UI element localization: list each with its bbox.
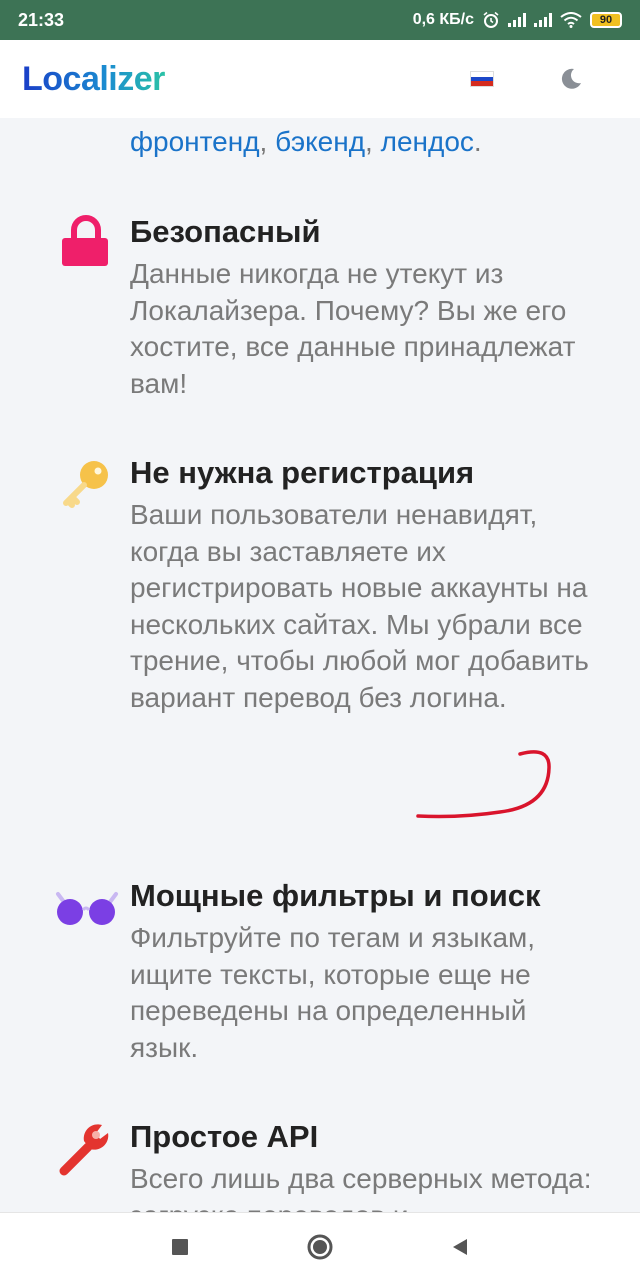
header-actions xyxy=(470,66,584,92)
network-speed: 0,6 КБ/с xyxy=(412,11,474,28)
link-landing[interactable]: лендос xyxy=(381,126,474,157)
signal-1-icon xyxy=(508,13,526,27)
feature-title: Безопасный xyxy=(130,214,321,249)
wrench-icon xyxy=(59,1124,109,1176)
feature-title: Простое API xyxy=(130,1119,319,1154)
home-button[interactable] xyxy=(300,1227,340,1267)
alarm-icon xyxy=(483,11,499,28)
key-icon xyxy=(63,461,108,508)
back-triangle-icon xyxy=(453,1238,467,1255)
russia-flag-icon[interactable] xyxy=(470,71,494,87)
features-section: фронтенд, бэкенд, лендос. Безопасный Дан… xyxy=(0,118,640,1212)
status-time: 21:33 xyxy=(18,9,65,30)
lock-icon xyxy=(62,215,108,266)
glasses-icon xyxy=(56,892,118,925)
status-bar: 21:33 0,6 КБ/с 90 xyxy=(0,0,640,40)
app-header: Localizer xyxy=(0,40,640,118)
feature-description: Фильтруйте по тегам и языкам, ищите текс… xyxy=(130,922,536,1063)
feature-description: Всего лишь два серверных метода: загрузк… xyxy=(130,1163,592,1212)
top-cut-text: фронтенд, бэкенд, лендос. xyxy=(130,126,482,157)
status-indicators: 0,6 КБ/с 90 xyxy=(413,11,622,29)
signal-2-icon xyxy=(534,13,552,27)
feature-description: Данные никогда не утекут из Локалайзера.… xyxy=(130,258,576,399)
back-button[interactable] xyxy=(440,1227,480,1267)
moon-icon[interactable] xyxy=(558,66,584,92)
app-logo[interactable]: Localizer xyxy=(22,60,165,99)
feature-description: Ваши пользователи ненавидят, когда вы за… xyxy=(130,499,589,713)
wifi-icon xyxy=(560,12,582,28)
battery-icon: 90 xyxy=(590,12,622,28)
feature-title: Мощные фильтры и поиск xyxy=(130,878,541,913)
link-backend[interactable]: бэкенд xyxy=(275,126,365,157)
feature-title: Не нужна регистрация xyxy=(130,455,475,490)
home-circle-icon xyxy=(307,1234,333,1259)
system-nav-bar xyxy=(0,1212,640,1280)
stop-square-icon xyxy=(172,1238,188,1255)
link-frontend[interactable]: фронтенд xyxy=(130,126,260,157)
recents-button[interactable] xyxy=(160,1227,200,1267)
